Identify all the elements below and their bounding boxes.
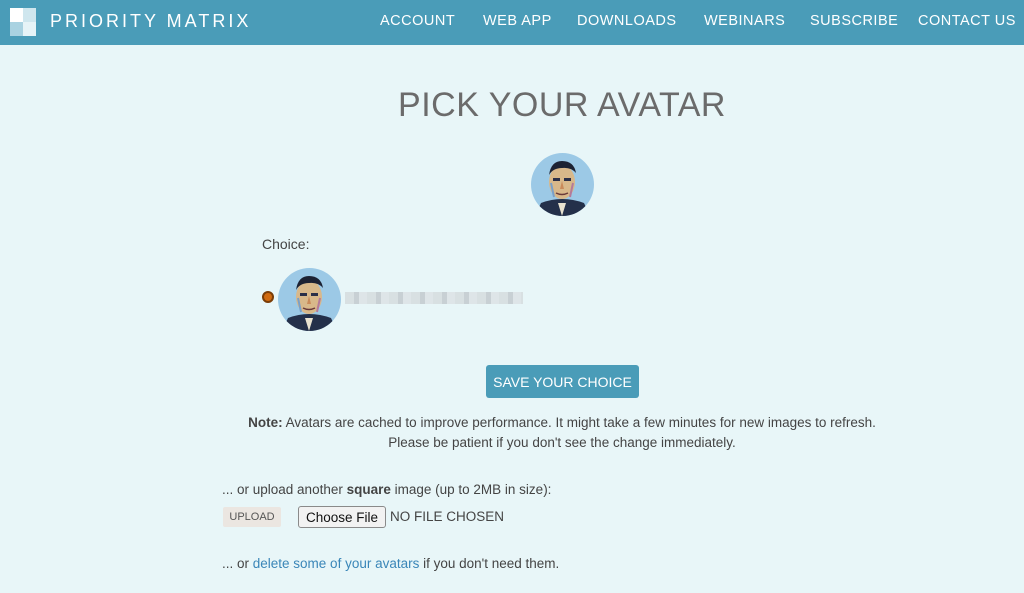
delete-avatars-line: ... or delete some of your avatars if yo… [222, 556, 559, 571]
delete-suffix: if you don't need them. [419, 556, 560, 571]
nav-subscribe[interactable]: SUBSCRIBE [810, 13, 898, 29]
upload-bold: square [346, 482, 391, 497]
note-bold: Note: [248, 415, 283, 430]
blurred-avatar-name [345, 292, 523, 304]
brand-name[interactable]: PRIORITY MATRIX [50, 11, 251, 32]
choose-file-button[interactable]: Choose File [298, 506, 386, 528]
note-line-1: Note: Avatars are cached to improve perf… [0, 413, 1024, 433]
portrait-avatar-icon [278, 268, 341, 331]
nav-downloads[interactable]: DOWNLOADS [577, 13, 677, 29]
priority-matrix-logo-icon[interactable] [10, 8, 36, 36]
save-choice-button[interactable]: SAVE YOUR CHOICE [486, 365, 639, 398]
top-navbar: PRIORITY MATRIX ACCOUNT WEB APP DOWNLOAD… [0, 0, 1024, 45]
note-text: Avatars are cached to improve performanc… [282, 415, 876, 430]
portrait-avatar-icon [531, 153, 594, 216]
delete-avatars-link[interactable]: delete some of your avatars [253, 556, 420, 571]
upload-suffix: image (up to 2MB in size): [390, 482, 552, 497]
nav-web-app[interactable]: WEB APP [483, 13, 552, 29]
upload-prefix: ... or upload another [222, 482, 347, 497]
upload-button[interactable]: UPLOAD [223, 507, 281, 527]
choice-label: Choice: [262, 236, 310, 252]
avatar-radio-selected[interactable] [262, 291, 274, 303]
current-avatar [531, 153, 594, 216]
file-status: NO FILE CHOSEN [390, 509, 505, 524]
nav-contact-us[interactable]: CONTACT US [918, 13, 1016, 29]
cache-note: Note: Avatars are cached to improve perf… [0, 413, 1024, 453]
page-title: PICK YOUR AVATAR [398, 86, 726, 124]
nav-webinars[interactable]: WEBINARS [704, 13, 785, 29]
nav-account[interactable]: ACCOUNT [380, 13, 455, 29]
delete-prefix: ... or [222, 556, 253, 571]
upload-instructions: ... or upload another square image (up t… [222, 482, 551, 497]
note-line-2: Please be patient if you don't see the c… [388, 435, 736, 450]
choice-avatar[interactable] [278, 268, 341, 331]
